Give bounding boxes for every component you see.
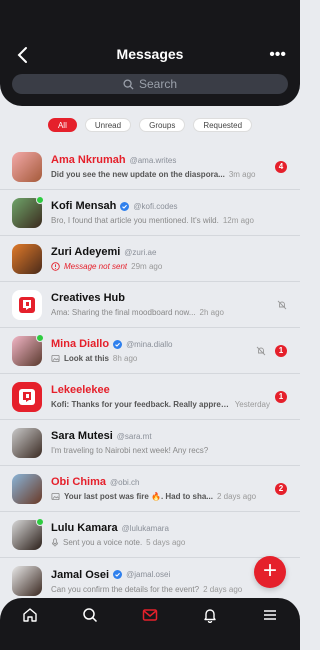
contact-handle: @jamal.osei [126, 570, 171, 579]
muted-bell-icon [256, 346, 266, 356]
image-icon [51, 492, 60, 501]
conversation-row[interactable]: Mina Diallo @mina.diallo Look at this 8h a… [0, 328, 300, 374]
conversation-row[interactable]: Sara Mutesi @sara.mt I'm traveling to Nai… [0, 420, 300, 466]
unread-badge: 4 [275, 161, 287, 173]
bell-icon [204, 609, 216, 623]
avatar [12, 473, 42, 504]
page-title: Messages [116, 46, 184, 62]
conversation-row[interactable]: Lulu Kamara @lulukamara Sent you a voice … [0, 512, 300, 558]
nav-notifications[interactable] [199, 604, 221, 626]
contact-name: Lekeelekee [51, 384, 110, 396]
nav-messages[interactable] [139, 604, 161, 626]
contact-handle: @mina.diallo [126, 339, 173, 349]
conversation-row[interactable]: Zuri Adeyemi @zuri.ae Message not sent 29m… [0, 236, 300, 282]
timestamp: 3m ago [228, 170, 256, 179]
error-icon [51, 262, 60, 271]
search-icon [123, 78, 134, 90]
contact-name: Creatives Hub [51, 292, 125, 304]
avatar [12, 243, 42, 274]
avatar [12, 517, 44, 550]
contact-name: Kofi Mensah [51, 200, 117, 212]
timestamp: 2 days ago [203, 584, 243, 594]
timestamp: Yesterday [234, 400, 270, 409]
timestamp: 12m ago [222, 216, 254, 225]
group-avatar [12, 381, 42, 412]
avatar [12, 566, 42, 596]
contact-handle: @sara.mt [116, 431, 152, 441]
message-preview: Sent you a voice note. [63, 538, 143, 547]
avatar [12, 333, 44, 366]
verified-icon [120, 201, 130, 211]
search-icon [83, 608, 98, 623]
menu-icon [264, 610, 276, 620]
message-preview: Bro, I found that article you mentioned.… [51, 216, 219, 225]
contact-handle: @ama.writes [129, 155, 177, 165]
filter-chips: All Unread Groups Requested [0, 118, 300, 132]
message-preview: Look at this [64, 354, 109, 363]
conversation-row[interactable]: Lekeelekee Kofi: Thanks for your feedbac… [0, 374, 300, 420]
message-preview: I'm traveling to Nairobi next week! Any … [51, 446, 209, 455]
message-preview: Ama: Sharing the final moodboard now... [51, 308, 196, 317]
contact-handle: @obi.ch [110, 477, 140, 487]
online-indicator [36, 333, 44, 342]
unread-badge: 1 [275, 391, 287, 403]
nav-search[interactable] [79, 604, 101, 626]
contact-name: Obi Chima [51, 476, 107, 488]
avatar [12, 195, 44, 228]
image-icon [51, 354, 60, 363]
message-preview: Can you confirm the details for the even… [51, 584, 200, 594]
conversation-row[interactable]: Kofi Mensah @kofi.codes Bro, I found that… [0, 190, 300, 236]
nav-menu[interactable] [259, 604, 281, 626]
message-preview: Your last post was fire 🔥. Had to sha... [64, 492, 213, 501]
contact-name: Mina Diallo [51, 338, 110, 350]
unread-badge: 1 [275, 345, 287, 357]
contact-name: Sara Mutesi [51, 430, 113, 442]
online-indicator [36, 195, 44, 204]
contact-handle: @kofi.codes [133, 201, 178, 211]
unread-badge: 2 [275, 483, 287, 495]
timestamp: 29m ago [131, 262, 163, 271]
group-avatar [12, 289, 42, 320]
muted-bell-icon [277, 300, 287, 310]
message-preview: Kofi: Thanks for your feedback. Really a… [51, 400, 231, 409]
nav-home[interactable] [19, 604, 41, 626]
brand-logo-icon [19, 296, 35, 313]
mail-icon [142, 609, 158, 621]
filter-unread[interactable]: Unread [84, 118, 132, 132]
timestamp: 8h ago [112, 354, 138, 363]
app-header: Messages ••• Search [0, 0, 300, 106]
conversation-row[interactable]: Creatives Hub Ama: Sharing the final moo… [0, 282, 300, 328]
bottom-nav [0, 598, 300, 650]
search-placeholder: Search [138, 77, 178, 91]
contact-name: Lulu Kamara [51, 522, 118, 534]
message-preview: Message not sent [64, 262, 128, 271]
new-message-button[interactable]: + [254, 556, 286, 588]
home-icon [23, 608, 37, 622]
brand-logo-icon [19, 388, 35, 405]
timestamp: 2h ago [199, 308, 224, 317]
verified-icon [113, 339, 123, 349]
filter-all[interactable]: All [47, 118, 77, 132]
avatar [12, 427, 42, 458]
contact-name: Zuri Adeyemi [51, 246, 121, 258]
conversation-list: Ama Nkrumah @ama.writes Did you see the n… [0, 144, 300, 604]
message-preview: Did you see the new update on the diaspo… [51, 170, 225, 179]
verified-icon [113, 570, 123, 579]
microphone-icon [51, 538, 59, 547]
contact-name: Jamal Osei [51, 568, 110, 581]
conversation-row[interactable]: Ama Nkrumah @ama.writes Did you see the n… [0, 144, 300, 190]
avatar [12, 151, 42, 182]
contact-name: Ama Nkrumah [51, 154, 126, 166]
contact-handle: @zuri.ae [124, 247, 157, 257]
timestamp: 2 days ago [216, 492, 257, 501]
search-bar[interactable]: Search [12, 74, 288, 94]
filter-groups[interactable]: Groups [139, 118, 186, 132]
timestamp: 5 days ago [146, 538, 186, 547]
more-options-icon[interactable]: ••• [269, 46, 286, 64]
online-indicator [36, 517, 44, 526]
contact-handle: @lulukamara [121, 523, 169, 533]
filter-requested[interactable]: Requested [193, 118, 253, 132]
conversation-row[interactable]: Obi Chima @obi.ch Your last post was fire… [0, 466, 300, 512]
